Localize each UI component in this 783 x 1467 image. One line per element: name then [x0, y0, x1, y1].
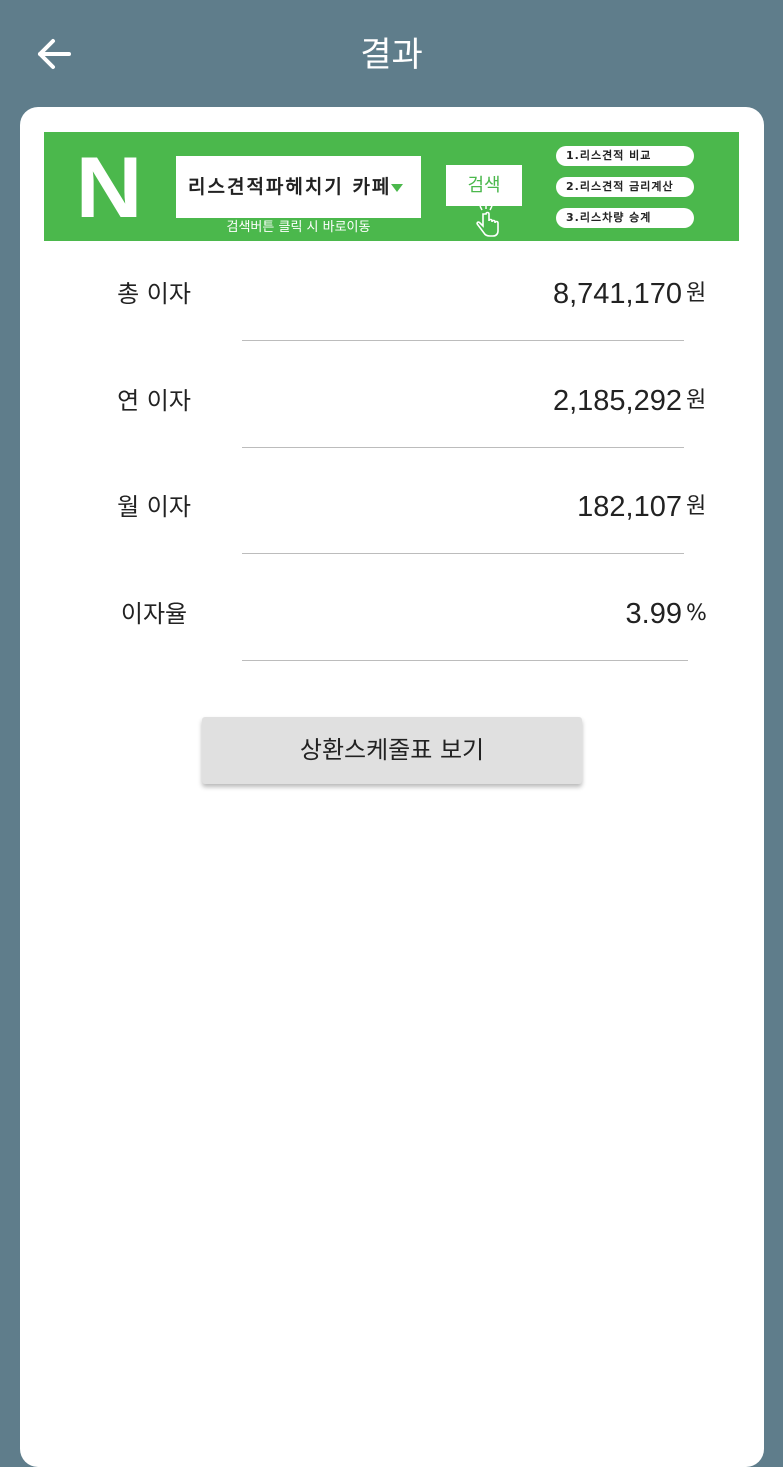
top-app-bar: 결과 — [0, 0, 783, 108]
cafe-banner[interactable]: N 리스견적파헤치기 카페 검색 검색버튼 클릭 시 바로이동 1.리스견적 비… — [44, 132, 739, 241]
banner-link-rate-calc[interactable]: 2.리스견적 금리계산 — [556, 177, 694, 197]
view-schedule-button[interactable]: 상환스케줄표 보기 — [202, 717, 582, 784]
page-title: 결과 — [360, 35, 423, 75]
interest-rate-unit: % — [686, 601, 707, 626]
total-interest-unit: 원 — [686, 281, 707, 306]
annual-interest-unit: 원 — [686, 388, 707, 413]
monthly-interest-label: 월 이자 — [117, 493, 191, 521]
divider — [242, 553, 684, 554]
banner-hint: 검색버튼 클릭 시 바로이동 — [226, 220, 371, 235]
banner-search-button[interactable]: 검색 — [446, 165, 522, 206]
pointer-hand-icon — [476, 204, 499, 237]
divider — [242, 340, 684, 341]
divider — [242, 447, 684, 448]
interest-rate-label: 이자율 — [120, 600, 188, 628]
total-interest-label: 총 이자 — [117, 280, 191, 308]
banner-link-car-transfer[interactable]: 3.리스차량 승계 — [556, 208, 694, 228]
naver-logo: N — [75, 140, 143, 236]
result-row-total-interest: 총 이자 8,741,170 원 — [20, 274, 764, 380]
result-row-monthly-interest: 월 이자 182,107 원 — [20, 487, 764, 593]
banner-search-text: 리스견적파헤치기 카페 — [188, 176, 392, 198]
annual-interest-label: 연 이자 — [117, 387, 191, 415]
annual-interest-value: 2,185,292 — [552, 385, 682, 417]
monthly-interest-unit: 원 — [686, 494, 707, 519]
total-interest-value: 8,741,170 — [552, 278, 682, 310]
banner-link-lease-compare[interactable]: 1.리스견적 비교 — [556, 146, 694, 166]
result-row-interest-rate: 이자율 3.99 % — [20, 594, 764, 700]
result-row-annual-interest: 연 이자 2,185,292 원 — [20, 381, 764, 487]
result-card: N 리스견적파헤치기 카페 검색 검색버튼 클릭 시 바로이동 1.리스견적 비… — [20, 107, 764, 1467]
interest-rate-value: 3.99 — [625, 598, 682, 630]
banner-search-box[interactable]: 리스견적파헤치기 카페 — [176, 156, 421, 218]
monthly-interest-value: 182,107 — [577, 491, 682, 523]
dropdown-arrow-icon — [391, 184, 403, 192]
divider — [242, 660, 688, 661]
